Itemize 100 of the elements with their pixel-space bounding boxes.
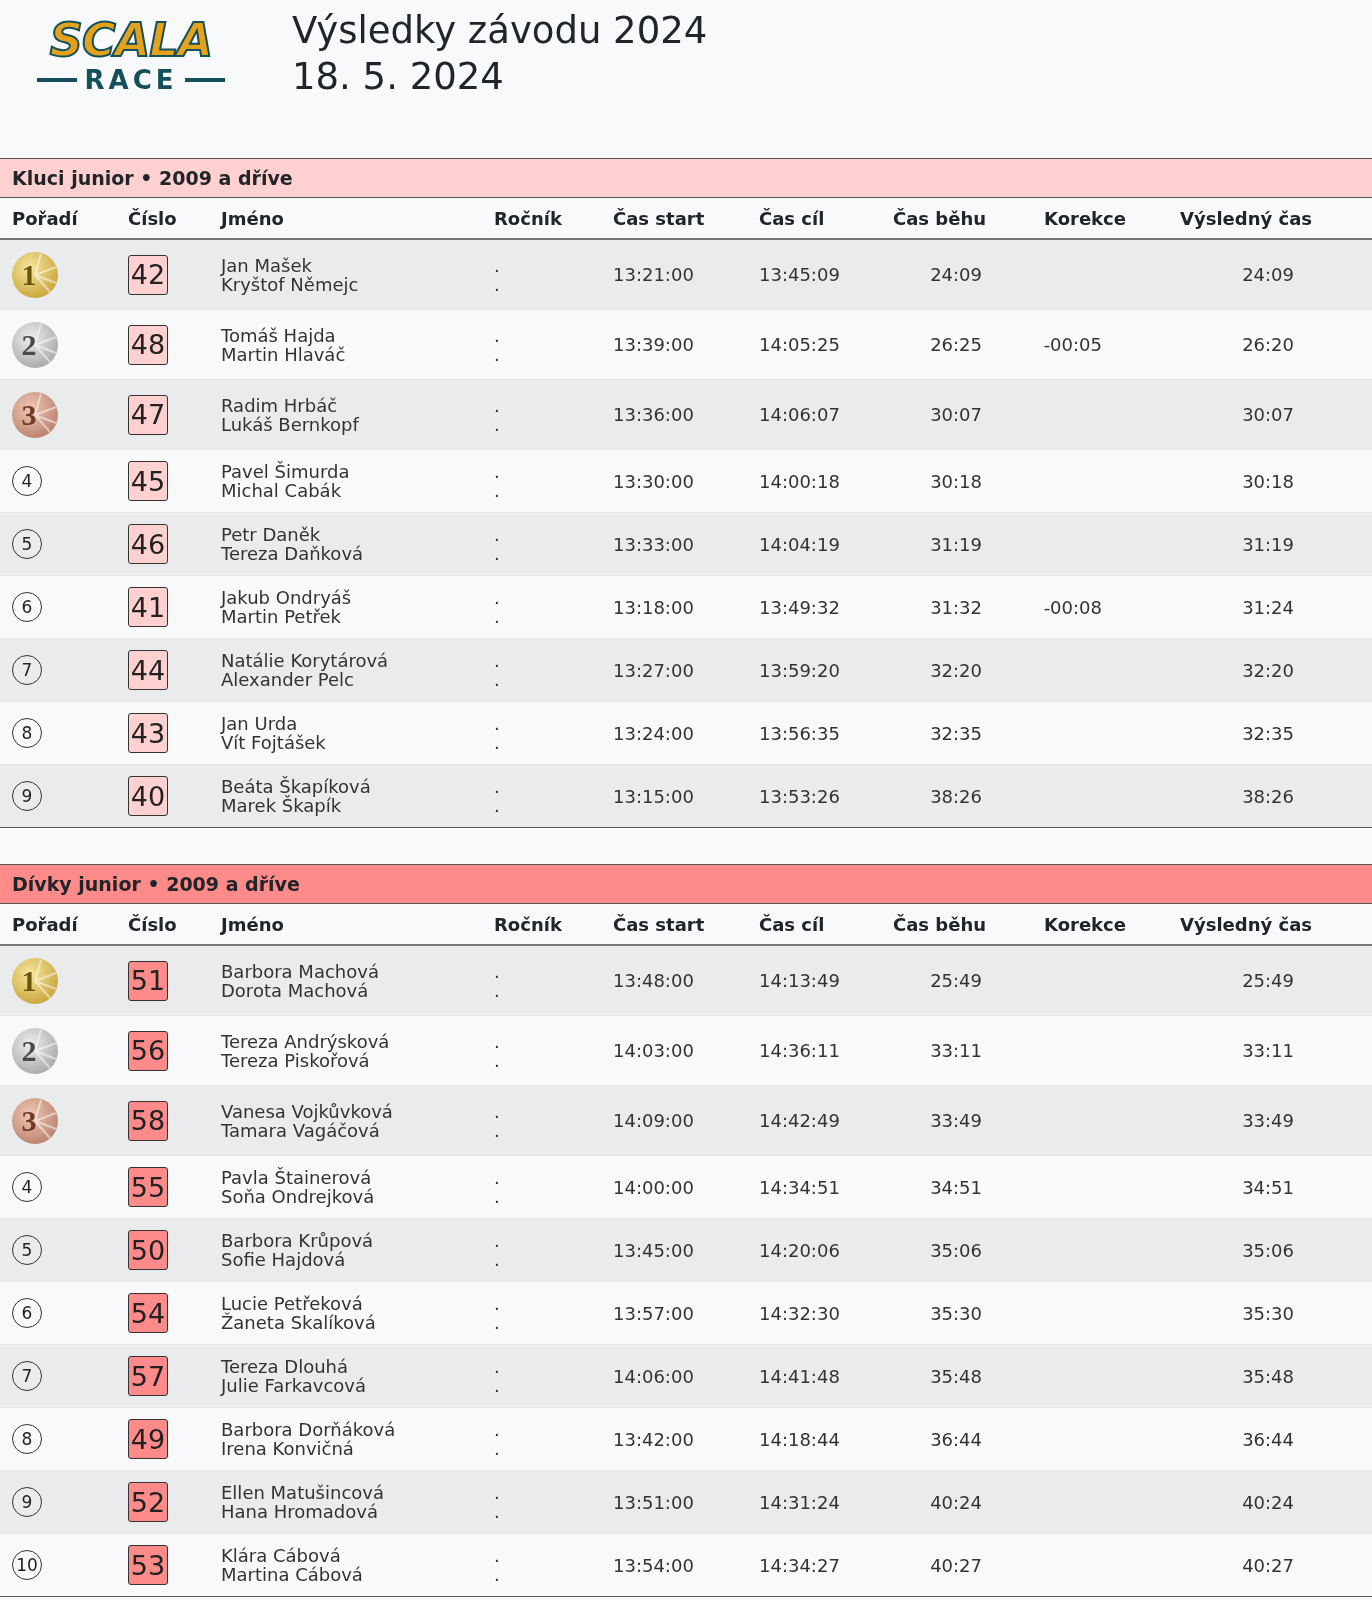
birth-year: . [494,607,500,626]
birth-year: . [494,344,500,364]
start-time: 13:57:00 [613,1302,694,1324]
final-time: 32:20 [1242,659,1294,681]
column-header: Ročník [494,207,562,229]
runner-name: Tereza Andrýsková [221,1031,390,1051]
birth-year: . [494,525,500,544]
run-time: 35:06 [930,1239,982,1261]
bib-number: 43 [128,713,168,753]
birth-year: . [494,325,500,345]
final-time: 36:44 [1242,1428,1294,1450]
page-title: Výsledky závodu 2024 [292,8,708,54]
start-time: 14:00:00 [613,1176,694,1198]
column-header: Ročník [494,913,562,935]
birth-year: . [494,1050,500,1070]
finish-time: 14:34:27 [759,1554,840,1576]
birth-year: . [494,1101,500,1121]
birth-year: . [494,1439,500,1458]
finish-time: 13:59:20 [759,659,840,681]
medal-icon: 3 [10,1095,60,1146]
bib-number: 55 [128,1167,168,1207]
bib-number: 53 [128,1545,168,1585]
bib-number: 56 [128,1030,168,1071]
finish-time: 13:53:26 [759,785,840,807]
start-time: 13:51:00 [613,1491,694,1513]
run-time: 35:30 [930,1302,982,1324]
runner-name: Natálie Korytárová [221,651,389,670]
run-time: 31:32 [930,596,982,618]
start-time: 13:48:00 [613,970,694,991]
birth-year: . [494,1420,500,1439]
medal-icon: 2 [10,1025,60,1076]
finish-time: 14:41:48 [759,1365,840,1387]
finish-time: 14:31:24 [759,1491,840,1513]
bib-number: 45 [128,461,168,501]
birth-year: . [494,714,500,733]
column-header: Číslo [128,913,177,935]
final-time: 35:30 [1242,1302,1294,1324]
category-title: Kluci junior • 2009 a dříve [12,167,293,189]
column-header: Číslo [128,207,177,229]
run-time: 32:35 [930,722,982,744]
runner-name: Martin Petřek [221,607,341,626]
runner-name: Irena Konvičná [221,1439,354,1458]
bib-number: 42 [128,254,168,295]
column-header: Výsledný čas [1180,913,1312,935]
birth-year: . [494,1250,500,1269]
bib-number: 49 [128,1419,168,1459]
finish-time: 13:56:35 [759,722,840,744]
birth-year: . [494,588,500,607]
bib-number: 52 [128,1482,168,1522]
birth-year: . [494,1546,500,1565]
finish-time: 14:42:49 [759,1110,840,1131]
final-time: 30:07 [1242,404,1294,425]
runner-name: Ellen Matušincová [221,1483,384,1502]
logo-subtitle: RACE [84,66,178,94]
birth-year: . [494,481,500,500]
final-time: 40:27 [1242,1554,1294,1576]
birth-year: . [494,1120,500,1140]
time-correction: -00:05 [1043,334,1102,355]
birth-year: . [494,670,500,689]
runner-name: Lukáš Bernkopf [221,414,359,434]
run-time: 33:49 [930,1110,982,1131]
runner-name: Beáta Škapíková [221,777,371,796]
start-time: 14:03:00 [613,1040,694,1061]
runner-name: Alexander Pelc [221,670,354,689]
finish-time: 14:00:18 [759,470,840,492]
runner-name: Jakub Ondryáš [221,588,352,607]
birth-year: . [494,544,500,563]
bib-number: 57 [128,1356,168,1396]
column-header: Čas běhu [893,913,987,935]
column-header: Korekce [1044,913,1126,935]
runner-name: Barbora Machová [221,961,379,981]
run-time: 36:44 [930,1428,982,1450]
final-time: 30:18 [1242,470,1294,492]
runner-name: Vanesa Vojkůvková [221,1101,393,1121]
run-time: 24:09 [930,264,982,285]
final-time: 31:19 [1242,533,1294,555]
start-time: 14:09:00 [613,1110,694,1131]
runner-name: Pavel Šimurda [221,462,350,481]
birth-year: . [494,1357,500,1376]
final-time: 38:26 [1242,785,1294,807]
runner-name: Marek Škapík [221,796,342,815]
start-time: 13:36:00 [613,404,694,425]
runner-name: Martina Cábová [221,1565,363,1584]
race-date: 18. 5. 2024 [292,54,504,100]
runner-name: Jan Mašek [221,255,312,275]
runner-name: Michal Cabák [221,481,342,500]
start-time: 13:45:00 [613,1239,694,1261]
start-time: 13:27:00 [613,659,694,681]
column-header: Korekce [1044,207,1126,229]
final-time: 26:20 [1242,334,1294,355]
column-header: Čas start [613,913,705,935]
bib-number: 47 [128,394,168,435]
run-time: 35:48 [930,1365,982,1387]
final-time: 31:24 [1242,596,1294,618]
final-time: 25:49 [1242,970,1294,991]
column-header: Výsledný čas [1180,207,1312,229]
final-time: 33:49 [1242,1110,1294,1131]
runner-name: Soňa Ondrejková [221,1187,375,1206]
final-time: 33:11 [1242,1040,1294,1061]
birth-year: . [494,980,500,1000]
